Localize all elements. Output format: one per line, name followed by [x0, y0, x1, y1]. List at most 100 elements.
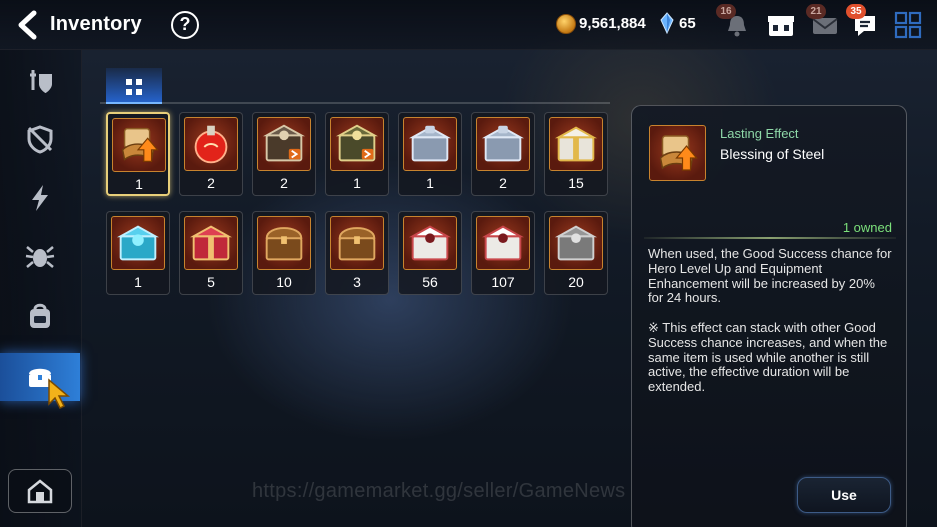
- item-thumbnail: [403, 117, 457, 171]
- item-quantity: 5: [207, 274, 215, 290]
- grey-box-icon: [554, 225, 598, 261]
- menu-button[interactable]: [894, 11, 922, 39]
- item-quantity: 2: [280, 175, 288, 191]
- gold-coin-icon: [556, 14, 576, 34]
- inventory-slot[interactable]: 5: [179, 211, 243, 295]
- silver-box-icon: [408, 125, 452, 162]
- shield-off-icon: [27, 125, 53, 154]
- back-button[interactable]: [10, 8, 44, 42]
- item-thumbnail: [476, 216, 530, 270]
- crystal-icon: [660, 12, 674, 34]
- gear-box-icon: [262, 124, 306, 162]
- item-quantity: 56: [422, 274, 438, 290]
- help-button[interactable]: ?: [171, 11, 199, 39]
- item-thumbnail: [476, 117, 530, 171]
- alert-count-badge: 16: [716, 4, 736, 19]
- mail-count-badge: 21: [806, 4, 826, 19]
- inventory-slot[interactable]: 15: [544, 112, 608, 196]
- item-thumbnail: [330, 216, 384, 270]
- gear-box-gold-icon: [335, 124, 379, 162]
- item-quantity: 10: [276, 274, 292, 290]
- sidebar-item-monsters[interactable]: [0, 234, 80, 280]
- lightning-icon: [32, 185, 48, 211]
- detail-item-type: Lasting Effect: [720, 126, 799, 141]
- gold-amount: 9,561,884: [579, 15, 646, 32]
- category-sidebar: [0, 50, 82, 527]
- detail-item-icon: [649, 125, 706, 181]
- shop-button[interactable]: [766, 10, 796, 40]
- item-quantity: 2: [207, 175, 215, 191]
- inventory-slot[interactable]: 1: [106, 112, 170, 196]
- scroll-icon: [659, 135, 698, 171]
- item-thumbnail: [549, 216, 603, 270]
- white-red-box-icon: [481, 225, 525, 261]
- sidebar-item-bags[interactable]: [0, 293, 80, 339]
- wood-chest-icon: [338, 227, 376, 261]
- back-arrow-icon: [18, 10, 37, 40]
- red-box-icon: [189, 225, 233, 261]
- item-quantity: 107: [491, 274, 515, 290]
- inventory-slot[interactable]: 1: [398, 112, 462, 196]
- detail-divider: [644, 237, 896, 239]
- wood-chest-icon: [265, 227, 303, 261]
- item-quantity: 1: [426, 175, 434, 191]
- spider-icon: [25, 246, 55, 268]
- item-detail-panel: Lasting Effect Blessing of Steel 1 owned…: [631, 105, 907, 527]
- item-quantity: 2: [499, 175, 507, 191]
- detail-description: When used, the Good Success chance for H…: [648, 246, 892, 306]
- inventory-slot[interactable]: 2: [252, 112, 316, 196]
- camp-button[interactable]: [8, 469, 72, 513]
- inventory-slot[interactable]: 20: [544, 211, 608, 295]
- detail-item-name: Blessing of Steel: [720, 146, 825, 162]
- item-thumbnail: [403, 216, 457, 270]
- item-thumbnail: [112, 118, 166, 172]
- item-quantity: 15: [568, 175, 584, 191]
- sidebar-item-defense[interactable]: [0, 116, 80, 162]
- watermark: https://gamemarket.gg/seller/GameNews: [252, 480, 626, 502]
- sidebar-item-armor[interactable]: [0, 58, 80, 104]
- shop-icon: [768, 16, 794, 36]
- detail-note: ※ This effect can stack with other Good …: [648, 320, 888, 395]
- item-quantity: 20: [568, 274, 584, 290]
- item-thumbnail: [184, 216, 238, 270]
- item-thumbnail: [257, 216, 311, 270]
- item-quantity: 3: [353, 274, 361, 290]
- item-thumbnail: [330, 117, 384, 171]
- cyan-box-icon: [116, 225, 160, 261]
- chat-count-badge: 35: [846, 4, 866, 19]
- owned-count: 1 owned: [842, 220, 892, 235]
- page-title: Inventory: [50, 13, 142, 35]
- item-thumbnail: [111, 216, 165, 270]
- inventory-slot[interactable]: 56: [398, 211, 462, 295]
- grid-menu-icon: [894, 11, 922, 39]
- use-button[interactable]: Use: [797, 477, 891, 513]
- inventory-slot[interactable]: 2: [179, 112, 243, 196]
- camp-icon: [27, 479, 53, 504]
- backpack-icon: [30, 303, 50, 328]
- inventory-slot[interactable]: 10: [252, 211, 316, 295]
- scroll-icon: [121, 127, 159, 162]
- item-quantity: 1: [353, 175, 361, 191]
- grid-icon: [126, 79, 142, 95]
- crystal-amount: 65: [679, 15, 696, 32]
- filter-tab-all[interactable]: [106, 68, 162, 104]
- white-red-box-icon: [408, 225, 452, 261]
- inventory-slot[interactable]: 2: [471, 112, 535, 196]
- item-quantity: 1: [134, 274, 142, 290]
- filter-divider: [100, 102, 610, 104]
- armor-icon: [30, 70, 52, 93]
- top-bar: Inventory ? 9,561,884 65 16 21 35: [0, 0, 937, 50]
- sidebar-item-skills[interactable]: [0, 175, 80, 221]
- item-thumbnail: [549, 117, 603, 171]
- potion-icon: [194, 125, 228, 164]
- item-thumbnail: [257, 117, 311, 171]
- inventory-slot[interactable]: 1: [106, 211, 170, 295]
- item-quantity: 1: [135, 176, 143, 192]
- pointer-cursor-icon: [48, 378, 71, 410]
- white-gold-box-icon: [554, 126, 598, 162]
- inventory-slot[interactable]: 1: [325, 112, 389, 196]
- inventory-slot[interactable]: 107: [471, 211, 535, 295]
- inventory-slot[interactable]: 3: [325, 211, 389, 295]
- item-thumbnail: [184, 117, 238, 171]
- silver-box-icon: [481, 125, 525, 162]
